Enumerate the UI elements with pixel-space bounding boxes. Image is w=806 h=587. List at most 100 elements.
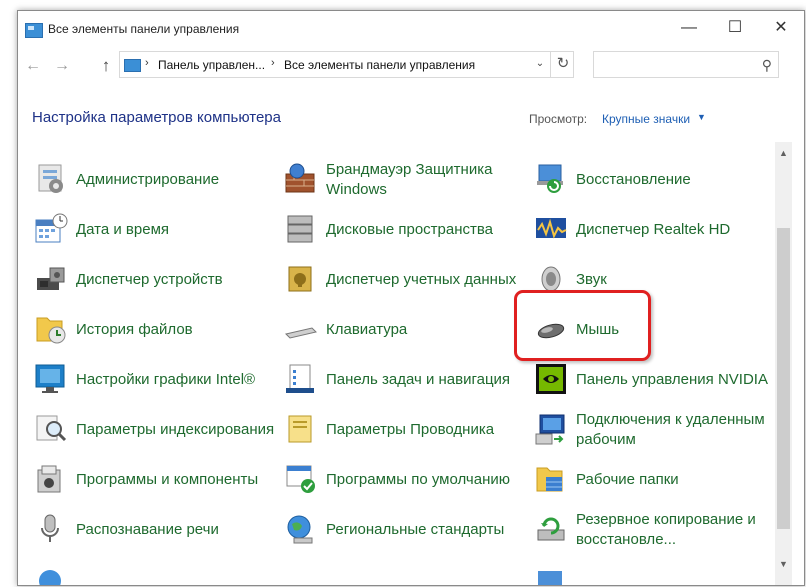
item-administrative-tools[interactable]: Администрирование [34, 158, 274, 202]
title-bar: Все элементы панели управления — ☐ ✕ [18, 11, 804, 47]
item-recovery[interactable]: Восстановление [534, 158, 774, 202]
back-button[interactable]: ← [23, 57, 43, 77]
programs-icon [34, 462, 68, 496]
default-programs-icon [284, 462, 318, 496]
globe-icon [34, 565, 68, 585]
breadcrumb-separator[interactable]: › [145, 57, 149, 69]
item-label: Региональные стандарты [326, 521, 505, 538]
address-dropdown-button[interactable]: ⌄ [532, 58, 548, 69]
item-realtek-hd[interactable]: Диспетчер Realtek HD [534, 208, 774, 252]
control-panel-icon [124, 59, 141, 72]
item-label: Брандмауэр Защитника Windows [326, 161, 493, 198]
item-taskbar-navigation[interactable]: Панель задач и навигация [284, 358, 524, 402]
item-label: Программы по умолчанию [326, 471, 510, 488]
item-date-time[interactable]: Дата и время [34, 208, 274, 252]
item-speech-recognition[interactable]: Распознавание речи [34, 508, 274, 552]
item-label: Резервное копирование и восстановле... [576, 511, 756, 548]
item-label: Настройки графики Intel® [76, 371, 256, 388]
storage-spaces-icon [284, 212, 318, 246]
refresh-button[interactable]: ↻ [550, 52, 575, 77]
explorer-options-icon [284, 412, 318, 446]
item-credential-manager[interactable]: Диспетчер учетных данных [284, 258, 524, 302]
minimize-button[interactable]: — [666, 11, 712, 47]
item-label: Параметры индексирования [76, 421, 275, 438]
item-nvidia-control-panel[interactable]: Панель управления NVIDIA [534, 358, 774, 402]
page-title: Настройка параметров компьютера [32, 109, 281, 126]
speech-recognition-icon [34, 512, 68, 546]
admin-tools-icon [34, 162, 68, 196]
nvidia-icon [534, 362, 568, 396]
view-label: Просмотр: [529, 112, 588, 126]
backup-icon [534, 512, 568, 546]
item-label: Администрирование [76, 171, 220, 188]
item-label: Диспетчер Realtek HD [576, 221, 731, 238]
item-programs-features[interactable]: Программы и компоненты [34, 458, 274, 502]
item-label: Распознавание речи [76, 521, 219, 538]
control-panel-window: Все элементы панели управления — ☐ ✕ ← →… [17, 10, 805, 586]
item-label: Дата и время [76, 221, 170, 238]
scroll-up-arrow[interactable]: ▲ [775, 148, 792, 158]
item-work-folders[interactable]: Рабочие папки [534, 458, 774, 502]
item-intel-graphics[interactable]: Настройки графики Intel® [34, 358, 274, 402]
item-windows-firewall[interactable]: Брандмауэр Защитника Windows [284, 158, 524, 202]
taskbar-icon [284, 362, 318, 396]
control-panel-items: Администрирование Дата и время Диспетчер… [18, 151, 775, 585]
forward-button[interactable]: → [52, 57, 72, 77]
address-bar[interactable]: › Панель управлен... › Все элементы пане… [119, 51, 574, 78]
system-icon [534, 565, 568, 585]
firewall-icon [284, 162, 318, 196]
remote-connections-icon [534, 412, 568, 446]
work-folders-icon [534, 462, 568, 496]
vertical-scrollbar[interactable]: ▲ ▼ [775, 142, 792, 585]
item-explorer-options[interactable]: Параметры Проводника [284, 408, 524, 452]
device-manager-icon [34, 262, 68, 296]
item-backup-restore[interactable]: Резервное копирование и восстановле... [534, 508, 774, 552]
file-history-icon [34, 312, 68, 346]
item-label: Подключения к удаленным рабочим [576, 411, 765, 448]
item-device-manager[interactable]: Диспетчер устройств [34, 258, 274, 302]
credential-manager-icon [284, 262, 318, 296]
navigation-bar: ← → ↑ › Панель управлен... › Все элемент… [18, 51, 804, 81]
scroll-down-arrow[interactable]: ▼ [775, 559, 792, 569]
indexing-icon [34, 412, 68, 446]
item-label: Клавиатура [326, 321, 408, 338]
item-label: История файлов [76, 321, 193, 338]
breadcrumb-all-items[interactable]: Все элементы панели управления [284, 58, 475, 72]
item-indexing-options[interactable]: Параметры индексирования [34, 408, 274, 452]
header-row: Настройка параметров компьютера Просмотр… [18, 106, 804, 130]
item-label: Диспетчер устройств [76, 271, 223, 288]
item-label: Параметры Проводника [326, 421, 495, 438]
intel-graphics-icon [34, 362, 68, 396]
scroll-thumb[interactable] [777, 228, 790, 529]
item-label: Диспетчер учетных данных [326, 271, 517, 288]
item-storage-spaces[interactable]: Дисковые пространства [284, 208, 524, 252]
datetime-icon [34, 212, 68, 246]
close-button[interactable]: ✕ [758, 11, 804, 47]
keyboard-icon [284, 312, 318, 346]
search-input[interactable]: ⚲ [593, 51, 779, 78]
recovery-icon [534, 162, 568, 196]
item-label: Панель задач и навигация [326, 371, 511, 388]
region-icon [284, 512, 318, 546]
maximize-button[interactable]: ☐ [712, 11, 758, 47]
item-keyboard[interactable]: Клавиатура [284, 308, 524, 352]
mouse-highlight-frame [514, 290, 651, 361]
realtek-icon [534, 212, 568, 246]
item-remote-connections[interactable]: Подключения к удаленным рабочим [534, 408, 774, 452]
window-title: Все элементы панели управления [48, 22, 240, 36]
control-panel-icon [25, 23, 43, 38]
breadcrumb-separator[interactable]: › [271, 57, 275, 69]
item-label: Дисковые пространства [326, 221, 494, 238]
breadcrumb-control-panel[interactable]: Панель управлен... [158, 58, 265, 72]
view-mode-dropdown[interactable]: Крупные значки [602, 112, 690, 126]
chevron-down-icon[interactable]: ▼ [697, 112, 706, 122]
up-button[interactable]: ↑ [96, 57, 116, 77]
item-label: Программы и компоненты [76, 471, 259, 488]
item-label: Восстановление [576, 171, 691, 188]
item-default-programs[interactable]: Программы по умолчанию [284, 458, 524, 502]
item-label: Рабочие папки [576, 471, 679, 488]
search-icon[interactable]: ⚲ [762, 57, 772, 74]
item-regional-settings[interactable]: Региональные стандарты [284, 508, 524, 552]
item-label: Панель управления NVIDIA [576, 371, 768, 388]
item-file-history[interactable]: История файлов [34, 308, 274, 352]
